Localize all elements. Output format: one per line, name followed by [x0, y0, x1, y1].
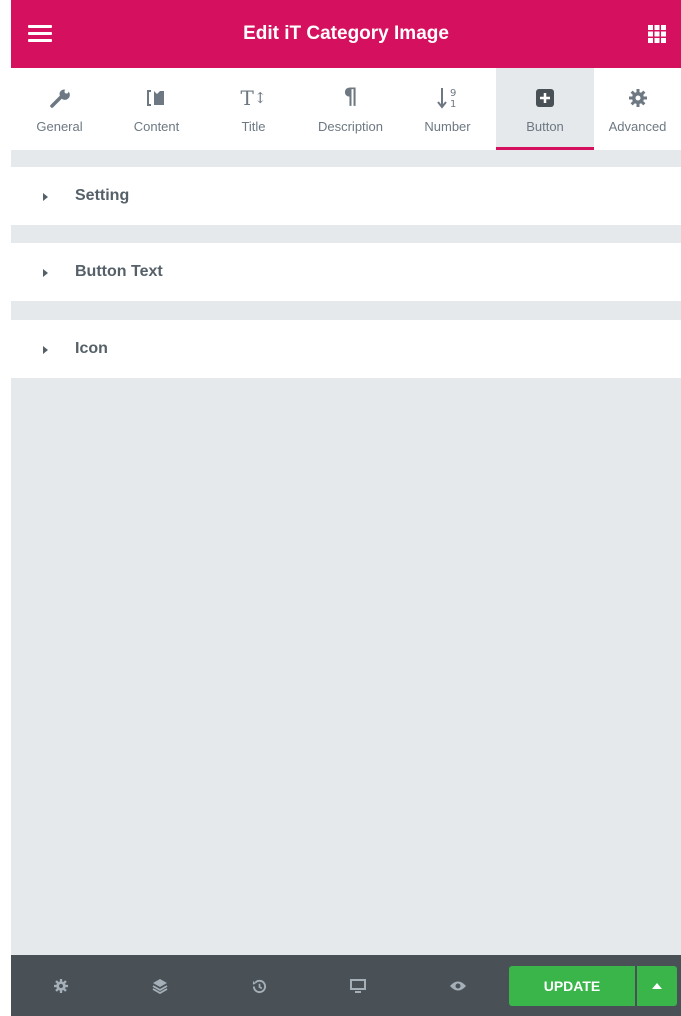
tab-advanced[interactable]: Advanced: [594, 68, 681, 150]
tab-label: Number: [424, 119, 471, 134]
preview-icon[interactable]: [448, 976, 468, 996]
tab-label: Button: [526, 119, 564, 134]
tab-title[interactable]: T ↕ Title: [205, 68, 302, 150]
section-title: Button Text: [75, 263, 163, 280]
section-title: Setting: [75, 187, 130, 204]
tab-button[interactable]: Button: [496, 68, 594, 150]
gear-icon: [594, 86, 681, 110]
caret-right-icon: [43, 193, 48, 201]
paragraph-icon: ¶: [343, 85, 358, 110]
panel-title: Edit iT Category Image: [243, 23, 449, 44]
tab-label: Content: [133, 119, 180, 134]
caret-up-icon: [652, 983, 662, 989]
panel-footer: UPDATE: [11, 955, 681, 1016]
update-options-button[interactable]: [637, 966, 677, 1006]
responsive-icon[interactable]: [348, 976, 368, 996]
caret-right-icon: [43, 269, 48, 277]
text-size-icon: T ↕: [240, 86, 267, 110]
grid-icon[interactable]: [648, 25, 666, 43]
section-title: Icon: [75, 340, 108, 357]
section-icon[interactable]: Icon: [11, 320, 681, 378]
settings-icon[interactable]: [51, 976, 71, 996]
tab-general[interactable]: General: [11, 68, 108, 150]
tab-label: General: [36, 119, 83, 134]
layers-icon[interactable]: [150, 976, 170, 996]
update-button[interactable]: UPDATE: [509, 966, 635, 1006]
tab-number[interactable]: 9 1 Number: [399, 68, 496, 150]
tab-label: Description: [317, 119, 384, 134]
plus-square-icon: [496, 86, 594, 110]
tab-bar: General Content T↕ Title ¶ Description: [11, 68, 681, 150]
wrench-icon: [11, 86, 108, 110]
editor-panel: Edit iT Category Image General Content T…: [11, 0, 681, 1016]
section-button-text[interactable]: Button Text: [11, 243, 681, 301]
sort-numeric-icon: 9 1: [399, 86, 496, 110]
panel-header: Edit iT Category Image: [11, 0, 681, 68]
section-setting[interactable]: Setting: [11, 167, 681, 225]
history-icon[interactable]: [249, 976, 269, 996]
tab-content[interactable]: Content: [108, 68, 205, 150]
svg-text:9: 9: [450, 88, 456, 99]
svg-text:1: 1: [450, 99, 456, 110]
caret-right-icon: [43, 346, 48, 354]
content-icon: [108, 86, 205, 110]
tab-label: Title: [241, 119, 266, 134]
tab-label: Advanced: [608, 119, 667, 134]
tab-description[interactable]: ¶ Description: [302, 68, 399, 150]
